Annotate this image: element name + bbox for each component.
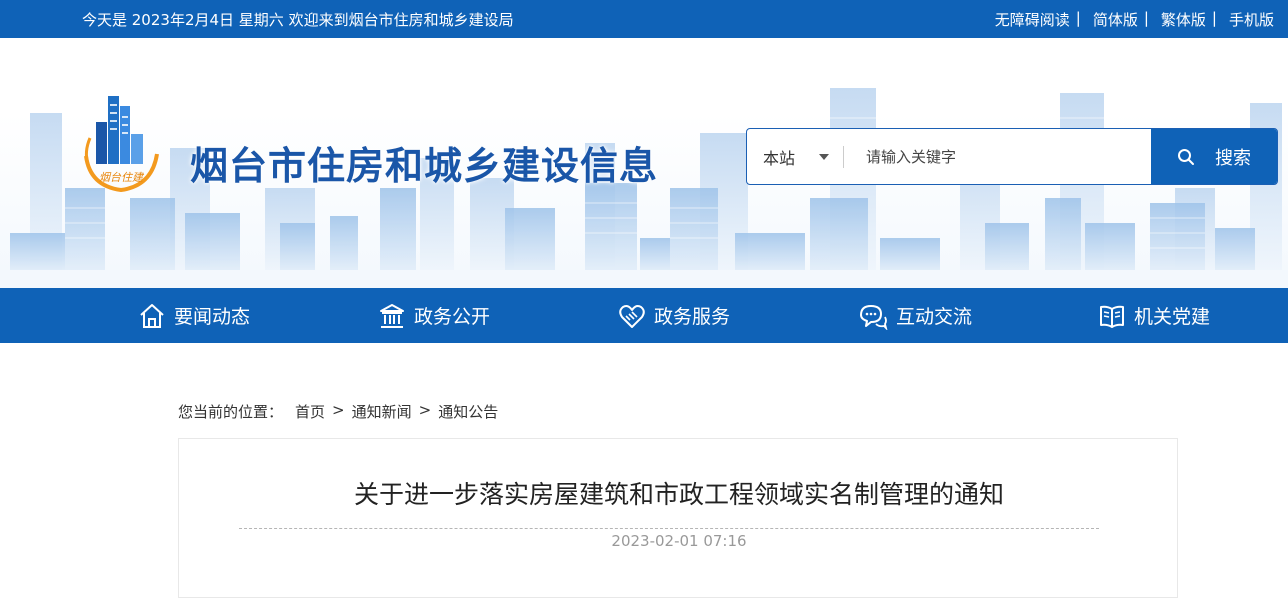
nav-item-party-building[interactable]: 机关党建 xyxy=(1098,288,1210,343)
breadcrumb-separator: > xyxy=(418,401,432,419)
handshake-heart-icon xyxy=(619,304,645,328)
search-button[interactable]: 搜索 xyxy=(1151,129,1277,184)
top-bar: 今天是 2023年2月4日 星期六 欢迎来到烟台市住房和城乡建设局 无障碍阅读 … xyxy=(0,0,1288,38)
article-panel: 关于进一步落实房屋建筑和市政工程领域实名制管理的通知 2023-02-01 07… xyxy=(178,438,1178,598)
breadcrumb-label: 您当前的位置： xyxy=(178,403,284,421)
nav-item-government-services[interactable]: 政务服务 xyxy=(618,288,730,343)
article-title: 关于进一步落实房屋建筑和市政工程领域实名制管理的通知 xyxy=(353,480,1004,509)
chevron-down-icon xyxy=(819,154,829,160)
divider xyxy=(239,528,1099,529)
nav-item-government-affairs[interactable]: 政务公开 xyxy=(378,288,490,343)
nav-label: 互动交流 xyxy=(896,306,973,328)
breadcrumb-notices[interactable]: 通知公告 xyxy=(438,401,498,422)
nav-label: 政务服务 xyxy=(654,306,731,328)
chat-bubbles-icon xyxy=(860,304,888,330)
nav-label: 机关党建 xyxy=(1134,306,1211,328)
header-banner: 烟台住建 烟台市住房和城乡建设信息 本站 搜索 xyxy=(0,38,1288,288)
main-nav: 要闻动态 政务公开 政务服务 互动交流 机关党建 xyxy=(0,288,1288,343)
search-icon xyxy=(1178,148,1194,165)
separator: | xyxy=(1211,9,1217,27)
search-input[interactable] xyxy=(844,129,1151,184)
welcome-text: 今天是 2023年2月4日 星期六 欢迎来到烟台市住房和城乡建设局 xyxy=(82,11,514,29)
logo-text: 烟台住建 xyxy=(99,171,145,184)
open-book-icon xyxy=(1100,305,1124,328)
site-logo[interactable]: 烟台住建 xyxy=(80,94,162,202)
breadcrumb-news[interactable]: 通知新闻 xyxy=(352,401,412,422)
site-title: 烟台市住房和城乡建设信息 xyxy=(190,144,659,188)
publish-date: 2023-02-01 07:16 xyxy=(611,532,747,550)
top-links: 无障碍阅读 | 简体版 | 繁体版 | 手机版 xyxy=(995,9,1274,30)
breadcrumb-home[interactable]: 首页 xyxy=(295,401,325,422)
accessibility-link[interactable]: 无障碍阅读 xyxy=(995,9,1070,30)
separator: | xyxy=(1075,9,1081,27)
government-building-icon xyxy=(380,303,404,328)
search-scope-value: 本站 xyxy=(763,148,796,168)
nav-label: 要闻动态 xyxy=(174,306,251,328)
traditional-chinese-link[interactable]: 繁体版 xyxy=(1161,9,1206,30)
nav-label: 政务公开 xyxy=(414,306,491,328)
search-box: 本站 搜索 xyxy=(746,128,1278,185)
mobile-version-link[interactable]: 手机版 xyxy=(1229,9,1274,30)
simplified-chinese-link[interactable]: 简体版 xyxy=(1093,9,1138,30)
separator: | xyxy=(1143,9,1149,27)
home-icon xyxy=(140,303,164,328)
search-button-label: 搜索 xyxy=(1215,147,1251,169)
breadcrumb: 您当前的位置： 首页 > 通知新闻 > 通知公告 xyxy=(178,401,498,422)
breadcrumb-separator: > xyxy=(332,401,345,419)
search-scope-select[interactable]: 本站 xyxy=(747,129,843,184)
nav-item-news[interactable]: 要闻动态 xyxy=(138,288,250,343)
nav-item-interaction[interactable]: 互动交流 xyxy=(858,288,972,343)
